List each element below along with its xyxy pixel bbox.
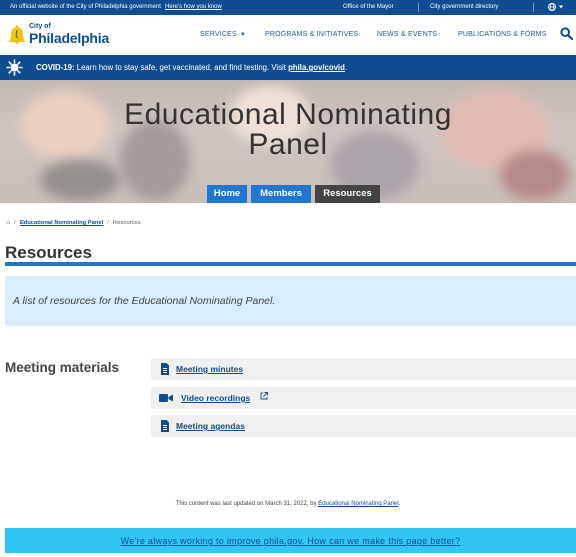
liberty-bell-icon	[8, 25, 26, 44]
logo-philadelphia: Philadelphia	[29, 30, 110, 46]
page-title: Resources	[5, 243, 92, 262]
nav-services-label: SERVICES	[200, 31, 237, 38]
title-underline	[5, 262, 576, 266]
external-link-icon	[260, 392, 268, 402]
breadcrumb: ⌂ / Educational Nominating Panel / Resources	[6, 219, 141, 226]
hero-title-line-2: Panel	[248, 128, 328, 161]
intro-box: A list of resources for the Educational …	[5, 276, 576, 326]
nav-news-events[interactable]: NEWS & EVENTS	[377, 31, 437, 38]
breadcrumb-current: Resources	[112, 220, 141, 226]
home-icon[interactable]: ⌂	[6, 219, 10, 226]
breadcrumb-separator: /	[107, 220, 109, 226]
covid-alert-message: COVID-19: Learn how to stay safe, get va…	[36, 63, 347, 72]
tab-members[interactable]: Members	[251, 185, 311, 203]
last-updated-text: This content was last updated on March 3…	[175, 501, 317, 507]
how-you-know-link[interactable]: Here's how you know	[165, 4, 222, 10]
virus-icon	[6, 59, 23, 76]
office-of-mayor-link[interactable]: Office of the Mayor	[343, 4, 394, 10]
search-icon[interactable]	[560, 27, 573, 40]
topbar-divider	[418, 3, 419, 12]
document-icon	[161, 420, 169, 432]
resource-item-video-recordings: Video recordings	[151, 387, 576, 409]
meeting-minutes-link[interactable]: Meeting minutes	[176, 364, 243, 374]
breadcrumb-separator: /	[14, 220, 16, 226]
site-header: City of Philadelphia SERVICES ▼ PROGRAMS …	[0, 15, 576, 55]
covid-alert-text: Learn how to stay safe, get vaccinated, …	[76, 63, 286, 72]
nav-programs-initiatives[interactable]: PROGRAMS & INITIATIVES	[265, 31, 358, 38]
last-updated-owner-link[interactable]: Educational Nominating Panel	[318, 501, 398, 507]
hero-banner: Educational Nominating Panel Home Member…	[0, 80, 576, 203]
topbar-divider	[533, 3, 534, 12]
last-updated-end: .	[398, 501, 401, 507]
breadcrumb-parent-link[interactable]: Educational Nominating Panel	[20, 220, 103, 226]
official-site-bar: An official website of the City of Phila…	[0, 0, 576, 15]
resource-item-meeting-minutes: Meeting minutes	[151, 358, 576, 380]
covid-alert-end: .	[344, 63, 348, 72]
meeting-agendas-link[interactable]: Meeting agendas	[176, 421, 245, 431]
covid-alert-label: COVID-19:	[36, 63, 75, 72]
city-directory-link[interactable]: City government directory	[430, 4, 498, 10]
feedback-banner: We're always working to improve phila.go…	[5, 528, 576, 553]
logo-city-of: City of	[29, 23, 51, 30]
tab-home[interactable]: Home	[207, 185, 247, 203]
hero-title-line-1: Educational Nominating	[124, 98, 452, 131]
meeting-materials-heading: Meeting materials	[5, 360, 120, 375]
globe-icon[interactable]	[547, 2, 565, 14]
video-recordings-link[interactable]: Video recordings	[181, 393, 250, 403]
covid-link[interactable]: phila.gov/covid	[288, 63, 345, 72]
covid-alert-banner: COVID-19: Learn how to stay safe, get va…	[0, 55, 576, 80]
intro-text: A list of resources for the Educational …	[13, 295, 276, 307]
official-site-text: An official website of the City of Phila…	[10, 4, 161, 10]
feedback-link[interactable]: We're always working to improve phila.go…	[121, 536, 461, 546]
caret-down-icon: ▼	[239, 32, 247, 38]
video-icon	[159, 394, 173, 402]
resource-item-meeting-agendas: Meeting agendas	[151, 415, 576, 437]
last-updated-notice: This content was last updated on March 3…	[0, 501, 576, 507]
tab-resources[interactable]: Resources	[315, 185, 380, 203]
city-logo[interactable]: City of Philadelphia	[7, 22, 117, 50]
official-site-notice: An official website of the City of Phila…	[10, 4, 222, 10]
nav-services[interactable]: SERVICES ▼	[200, 31, 246, 38]
document-icon	[161, 363, 169, 375]
page-hero-title: Educational Nominating Panel	[0, 100, 576, 160]
nav-publications-forms[interactable]: PUBLICATIONS & FORMS	[458, 31, 547, 38]
